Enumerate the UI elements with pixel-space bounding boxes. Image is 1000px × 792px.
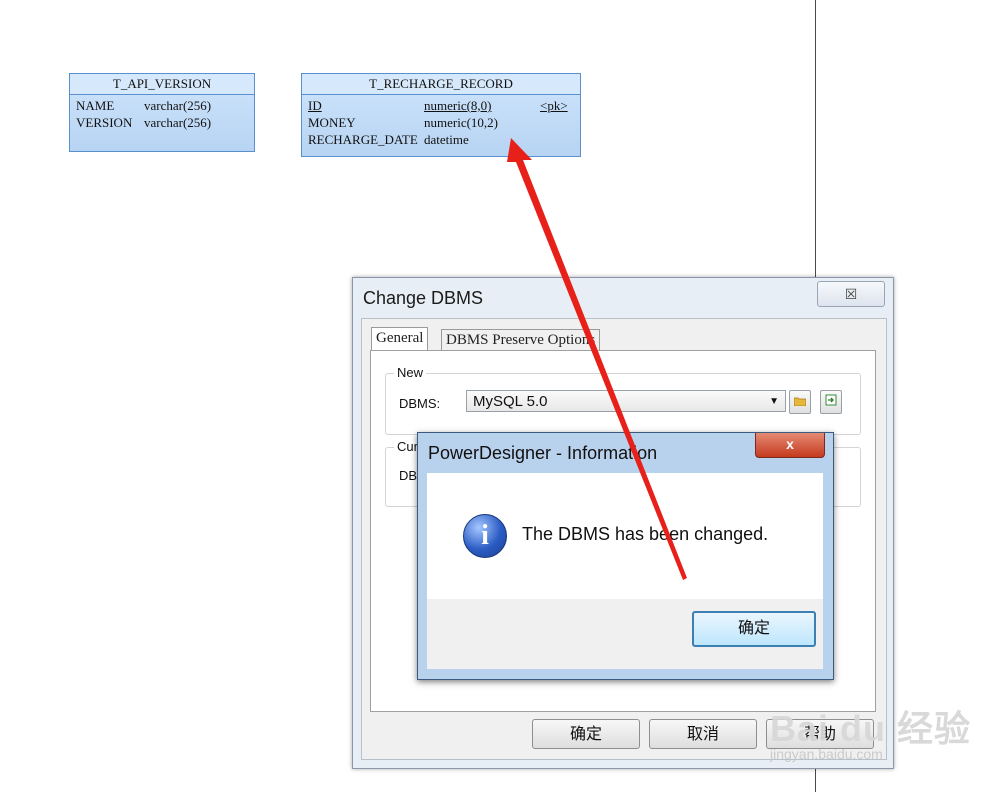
baidu-watermark: Bai du 经验 jingyan.baidu.com [770,688,980,768]
annotation-arrow [507,138,687,580]
watermark-logo: Bai du 经验 [770,708,972,749]
watermark-url: jingyan.baidu.com [770,746,883,762]
